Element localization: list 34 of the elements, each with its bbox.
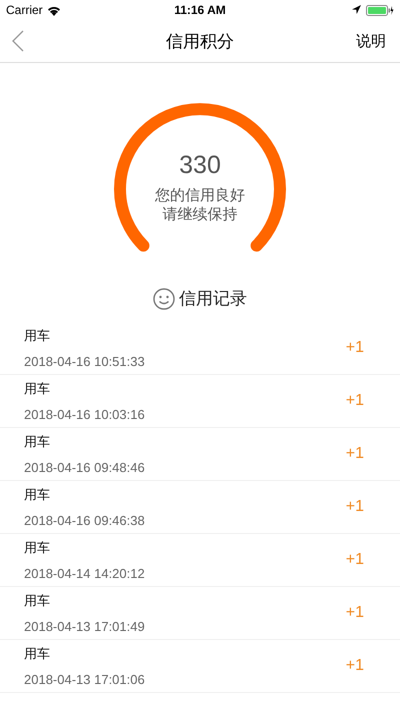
record-time: 2018-04-13 17:01:06 (24, 672, 146, 687)
page-title: 信用积分 (166, 30, 234, 52)
record-type: 用车 (24, 486, 51, 504)
record-time: 2018-04-16 10:03:16 (24, 407, 146, 422)
record-time: 2018-04-14 14:20:12 (24, 566, 146, 581)
score-message: 请继续保持 (162, 205, 238, 224)
location-icon (352, 5, 361, 15)
record-time: 2018-04-16 09:48:46 (24, 460, 146, 475)
points-change: +1 (346, 498, 364, 516)
record-type: 用车 (24, 592, 51, 610)
record-type: 用车 (24, 645, 51, 663)
record-type: 用车 (24, 433, 51, 451)
records-heading: 信用记录 (179, 288, 247, 310)
record-time: 2018-04-13 17:01:49 (24, 619, 146, 634)
record-time: 2018-04-16 10:51:33 (24, 354, 146, 369)
points-change: +1 (346, 445, 364, 463)
record-type: 用车 (24, 327, 51, 345)
points-change: +1 (346, 604, 364, 622)
points-change: +1 (346, 657, 364, 675)
clock: 11:16 AM (174, 3, 226, 17)
points-change: +1 (346, 551, 364, 569)
record-time: 2018-04-16 09:46:38 (24, 513, 146, 528)
score-message: 您的信用良好 (155, 186, 245, 205)
battery-icon (366, 4, 394, 16)
carrier-label: Carrier (6, 3, 43, 17)
smiley-icon (153, 288, 175, 310)
score-value: 330 (179, 151, 221, 180)
explain-link[interactable]: 说明 (356, 32, 386, 50)
record-type: 用车 (24, 539, 51, 557)
points-change: +1 (346, 339, 364, 357)
record-type: 用车 (24, 380, 51, 398)
back-icon[interactable] (12, 30, 24, 52)
points-change: +1 (346, 392, 364, 410)
wifi-icon (46, 4, 61, 16)
